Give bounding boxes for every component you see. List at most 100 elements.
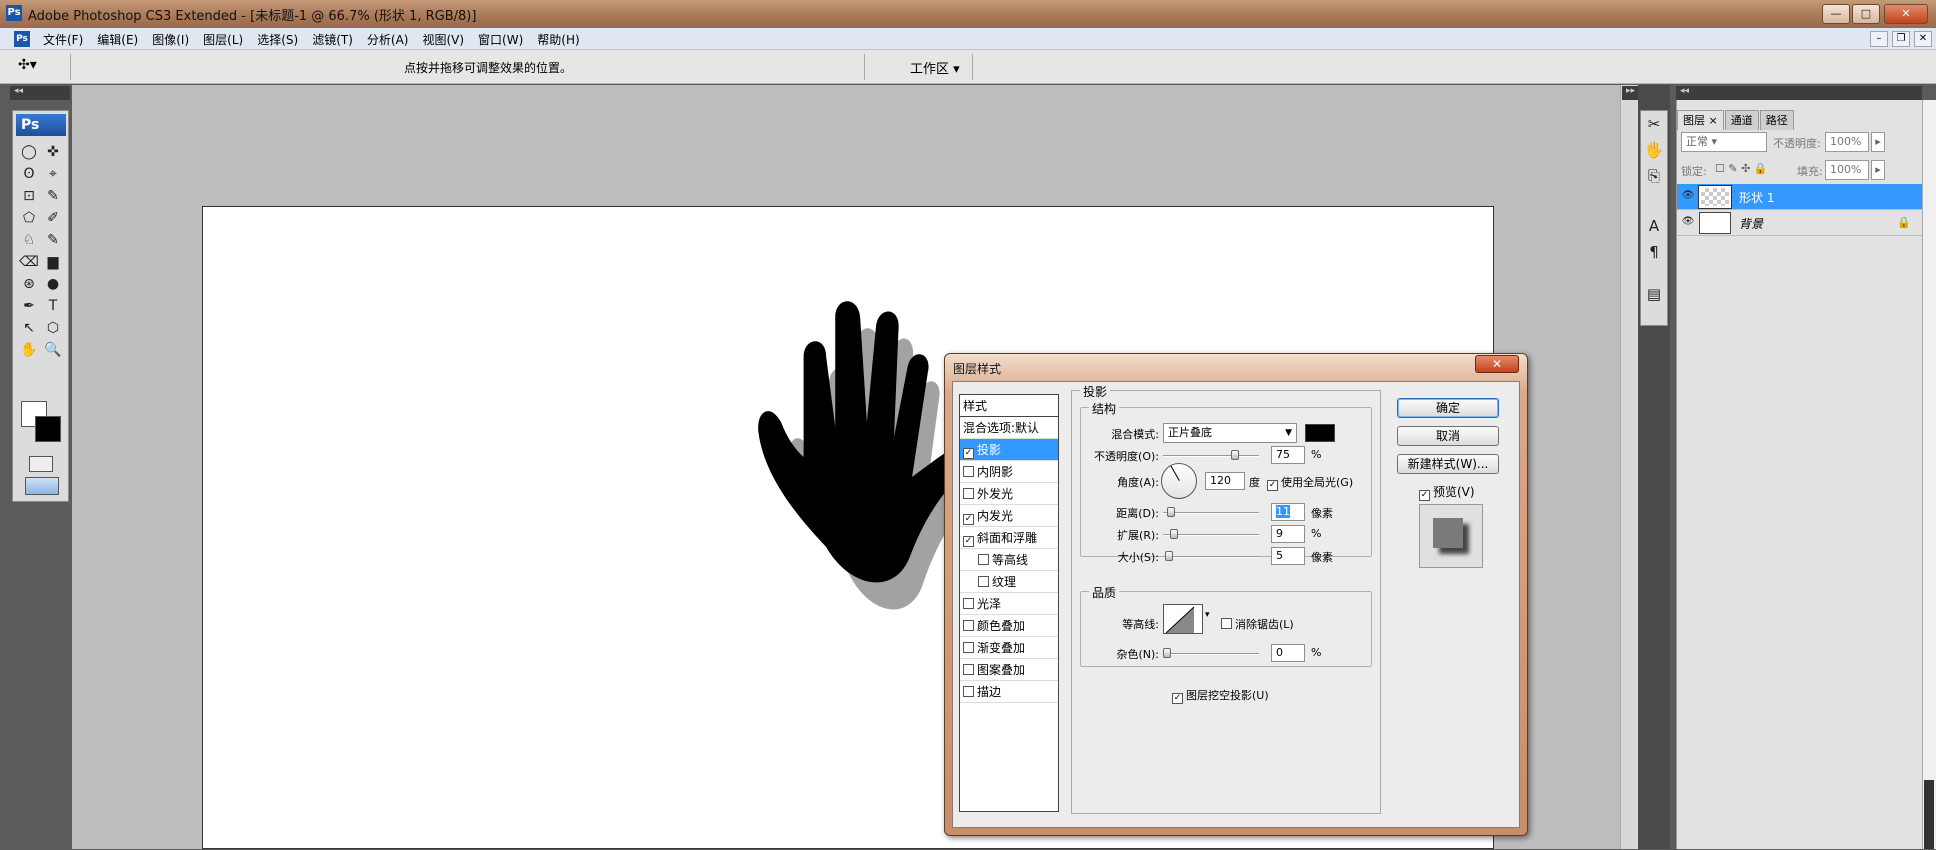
lasso-icon[interactable]: ʘ [17,163,41,185]
size-input[interactable]: 5 [1271,547,1305,565]
healing-icon[interactable]: ⬠ [17,207,41,229]
checkbox-icon[interactable] [963,620,974,631]
path-select-icon[interactable]: ↖ [17,317,41,339]
document-icon[interactable]: Ps [14,31,30,47]
style-item[interactable]: 图案叠加 [960,659,1058,681]
layers-scrollbar[interactable] [1922,100,1936,849]
opacity-arrow-icon[interactable]: ▸ [1871,132,1885,152]
character-icon[interactable]: A [1641,213,1667,239]
style-item[interactable]: 内阴影 [960,461,1058,483]
doc-minimize-icon[interactable]: – [1870,31,1888,47]
tool-presets-icon[interactable]: ✂ [1641,111,1667,137]
layers-collapse-bar[interactable]: ◂◂ [1676,86,1922,100]
checkbox-icon[interactable]: ✓ [963,448,974,459]
toolbox-collapse-bar[interactable]: ◂◂ [10,86,70,100]
crop-icon[interactable]: ⊡ [17,185,41,207]
stamp-icon[interactable]: ♘ [17,229,41,251]
eye-icon[interactable]: 👁 [1681,190,1695,204]
paragraph-icon[interactable]: ¶ [1641,239,1667,265]
angle-input[interactable]: 120 [1205,472,1245,490]
style-item[interactable]: 光泽 [960,593,1058,615]
tab-channels[interactable]: 通道 [1724,110,1759,130]
style-item[interactable]: 外发光 [960,483,1058,505]
style-item[interactable]: 纹理 [960,571,1058,593]
eye-icon[interactable]: 👁 [1681,216,1695,230]
cancel-button[interactable]: 取消 [1397,426,1499,446]
style-item[interactable]: ✓ 投影 [960,439,1058,461]
shape-icon[interactable]: ⬡ [41,317,65,339]
style-item[interactable]: 渐变叠加 [960,637,1058,659]
brush-icon[interactable]: ✐ [41,207,65,229]
noise-slider[interactable] [1163,653,1259,655]
quick-mask-icon[interactable] [29,456,53,472]
type-icon[interactable]: T [41,295,65,317]
style-item[interactable]: ✓ 内发光 [960,505,1058,527]
fill-arrow-icon[interactable]: ▸ [1871,160,1885,180]
menu-item[interactable]: 视图(V) [415,31,471,48]
distance-slider[interactable] [1163,512,1259,514]
shadow-color-swatch[interactable] [1305,424,1335,442]
new-style-button[interactable]: 新建样式(W)... [1397,454,1499,474]
slice-icon[interactable]: ✎ [41,185,65,207]
background-color-swatch[interactable] [35,416,61,442]
eraser-icon[interactable]: ⌫ [17,251,41,273]
size-slider[interactable] [1163,556,1259,558]
checkbox-icon[interactable] [963,598,974,609]
styles-header[interactable]: 样式 [960,395,1058,417]
noise-slider-knob[interactable] [1163,648,1171,658]
menu-item[interactable]: 文件(F) [36,31,90,48]
chevron-down-icon[interactable]: ▾ [1205,610,1210,620]
layer-row-background[interactable]: 👁 背景 🔒 [1677,210,1923,236]
spread-slider-knob[interactable] [1170,529,1178,539]
menu-item[interactable]: 窗口(W) [471,31,530,48]
opacity-slider[interactable] [1163,455,1259,457]
checkbox-icon[interactable] [978,576,989,587]
menu-item[interactable]: 滤镜(T) [305,31,360,48]
menu-item[interactable]: 图像(I) [145,31,196,48]
navigator-icon[interactable]: ▤ [1641,281,1667,307]
dodge-icon[interactable]: ● [41,273,65,295]
style-item[interactable]: 颜色叠加 [960,615,1058,637]
doc-restore-icon[interactable]: ❐ [1892,31,1910,47]
style-item[interactable]: 描边 [960,681,1058,703]
workspace-menu[interactable]: 工作区 ▾ [910,58,960,77]
zoom-icon[interactable]: 🔍 [41,339,65,361]
scrollbar-thumb[interactable] [1924,780,1934,849]
tab-layers[interactable]: 图层 × [1677,110,1724,130]
gradient-icon[interactable]: ▆ [41,251,65,273]
brushes-icon[interactable]: 🖐 [1641,137,1667,163]
style-item[interactable]: ✓ 斜面和浮雕 [960,527,1058,549]
blur-icon[interactable]: ⊛ [17,273,41,295]
blend-mode-dropdown[interactable]: 正片叠底 ▼ [1163,423,1297,443]
ellipse-marquee-icon[interactable]: ◯ [17,141,41,163]
knockout-checkbox[interactable]: ✓ 图层挖空投影(U) [1172,687,1269,704]
spread-input[interactable]: 9 [1271,525,1305,543]
pen-icon[interactable]: ✒ [17,295,41,317]
move-icon[interactable]: ✜ [41,141,65,163]
tab-paths[interactable]: 路径 [1759,110,1794,130]
checkbox-icon[interactable] [963,488,974,499]
opacity-slider-knob[interactable] [1231,450,1239,460]
checkbox-icon[interactable] [963,466,974,477]
maximize-button[interactable]: □ [1852,4,1880,24]
screen-mode-icon[interactable] [25,477,59,495]
menu-item[interactable]: 分析(A) [360,31,416,48]
checkbox-icon[interactable] [963,642,974,653]
clone-source-icon[interactable]: ⎘ [1641,163,1667,189]
ok-button[interactable]: 确定 [1397,398,1499,418]
preview-checkbox[interactable]: ✓ 预览(V) [1419,483,1475,501]
distance-slider-knob[interactable] [1167,507,1175,517]
checkbox-icon[interactable] [963,686,974,697]
checkbox-icon[interactable]: ✓ [963,514,974,525]
size-slider-knob[interactable] [1165,551,1173,561]
angle-dial[interactable] [1161,463,1197,499]
distance-input[interactable]: 11 [1271,503,1305,521]
magic-wand-icon[interactable]: ⌖ [41,163,65,185]
hand-icon[interactable]: ✋ [17,339,41,361]
menu-item[interactable]: 帮助(H) [530,31,586,48]
opacity-field[interactable]: 100% [1825,132,1869,152]
layer-row-shape[interactable]: 👁 形状 1 [1677,184,1923,210]
menu-item[interactable]: 图层(L) [196,31,250,48]
minimize-button[interactable]: — [1822,4,1850,24]
checkbox-icon[interactable] [963,664,974,675]
